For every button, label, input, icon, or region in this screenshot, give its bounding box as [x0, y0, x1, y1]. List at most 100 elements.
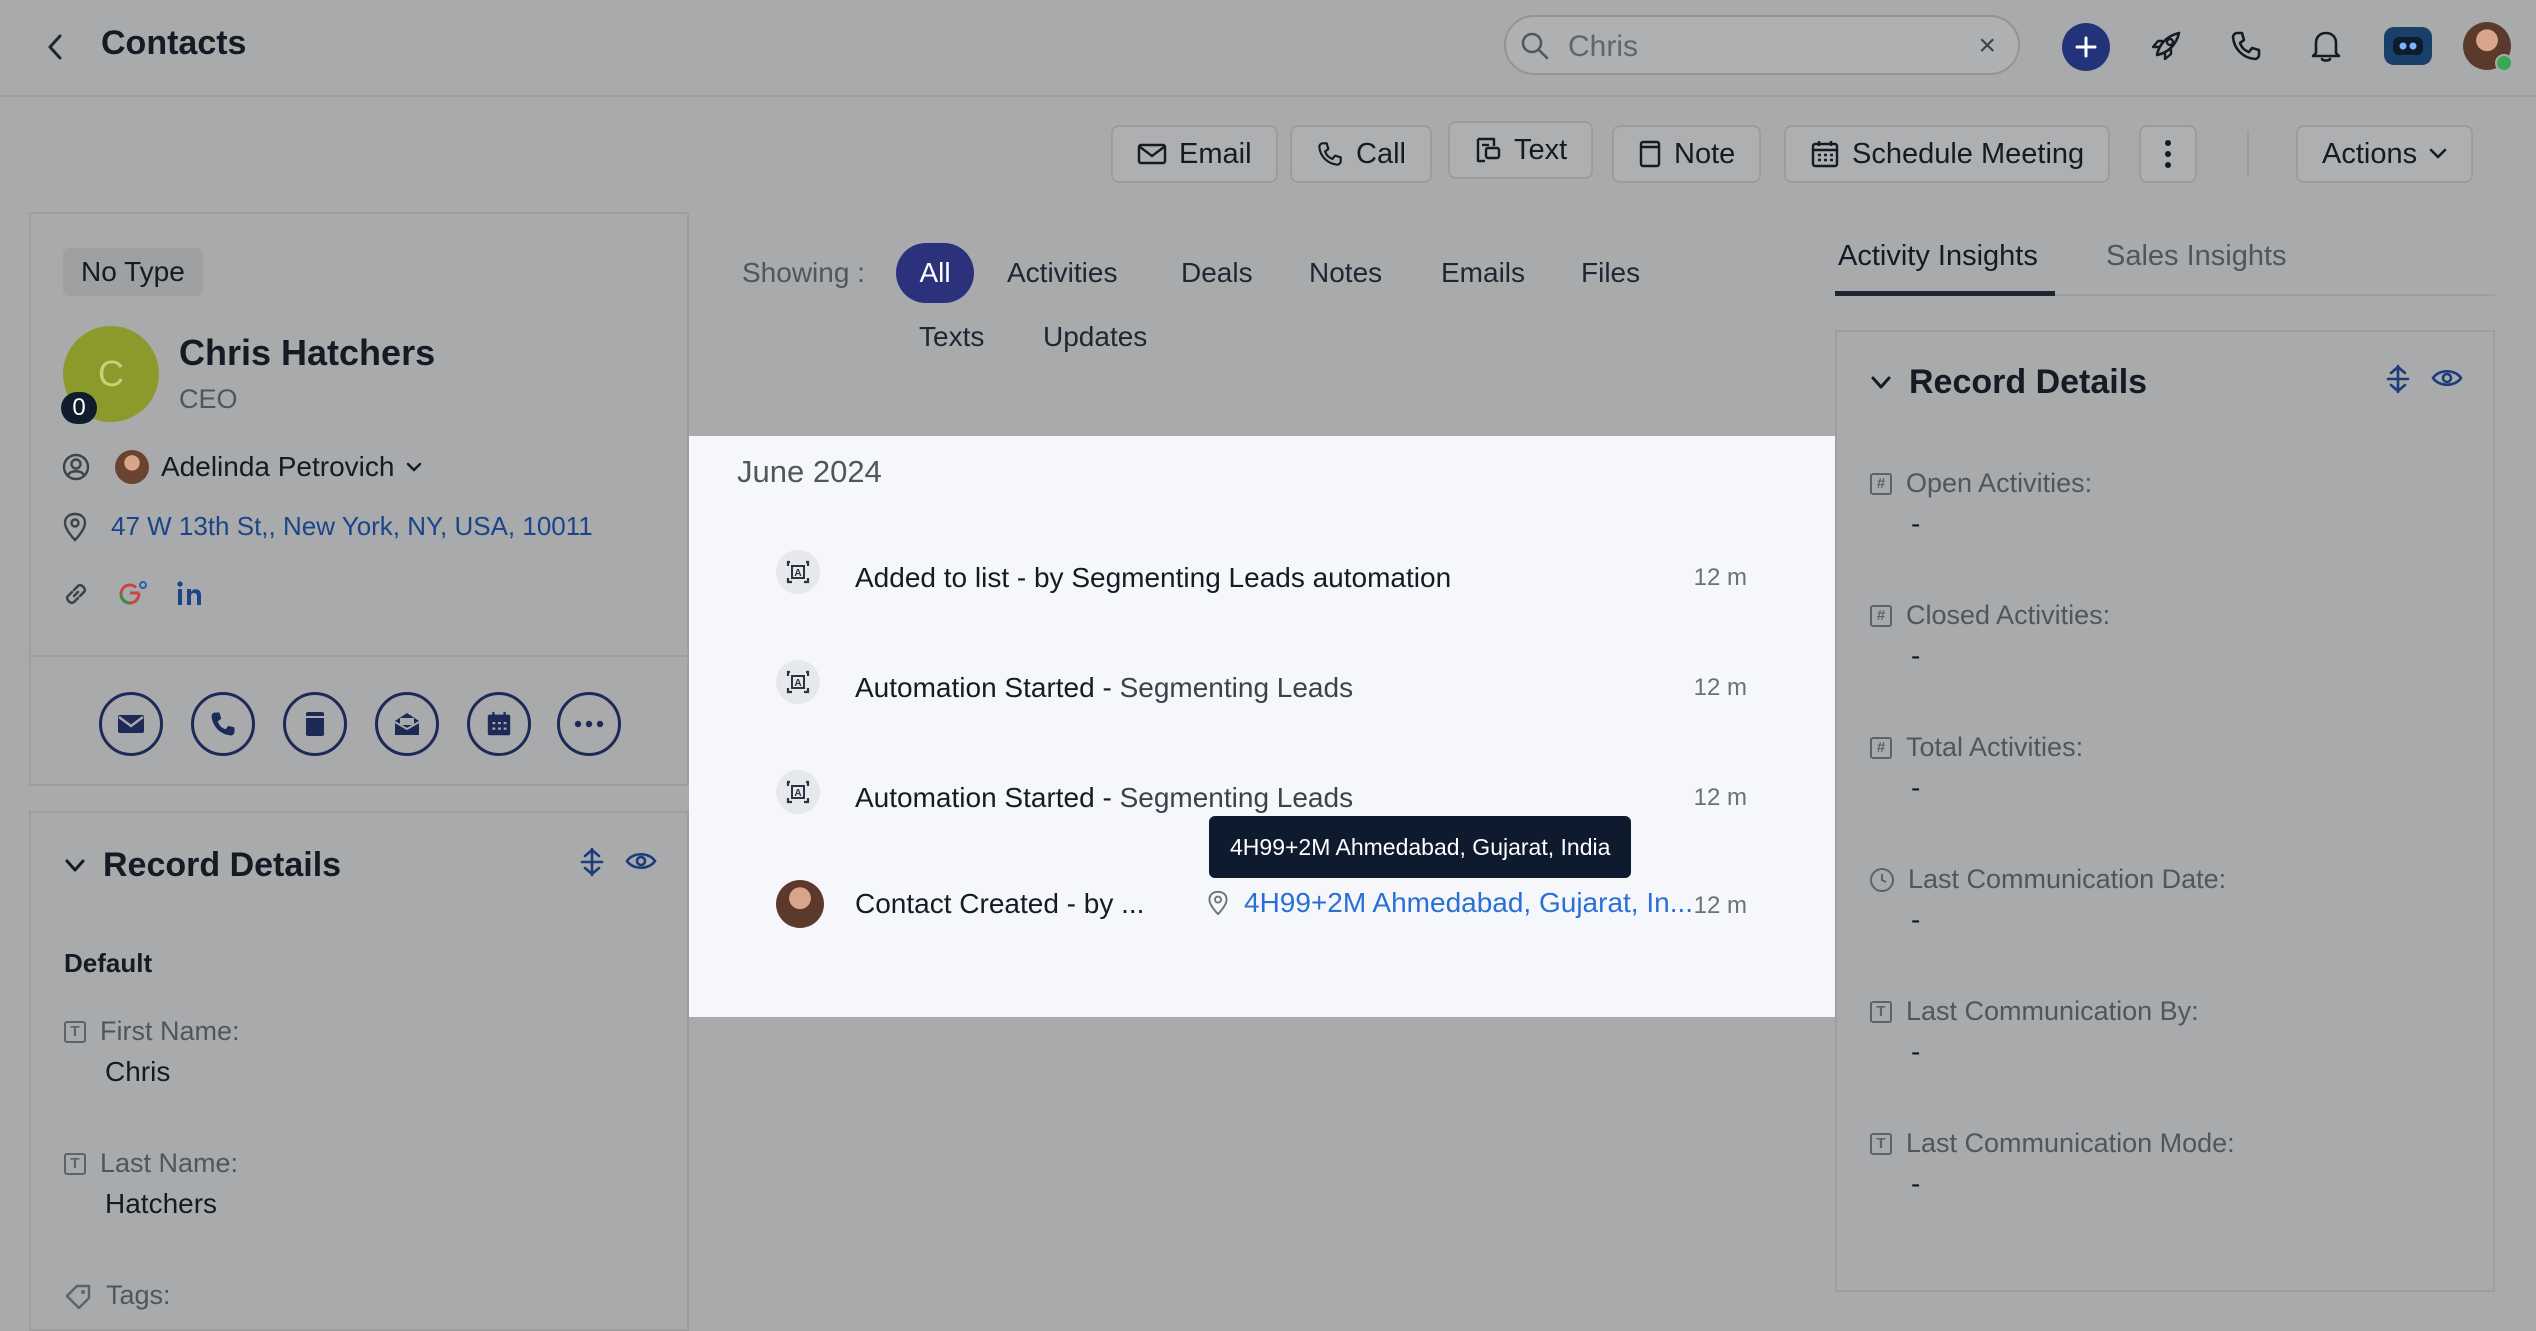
address-link[interactable]: 47 W 13th St,, New York, NY, USA, 10011 — [111, 511, 593, 542]
svg-text:A: A — [794, 568, 801, 579]
phone-icon — [1318, 142, 1342, 166]
more-options-button[interactable] — [2139, 125, 2197, 183]
phone-icon[interactable] — [2222, 22, 2270, 70]
page-title: Contacts — [101, 24, 247, 62]
quick-note-button[interactable] — [283, 692, 347, 756]
actions-label: Actions — [2322, 137, 2418, 170]
text-button[interactable]: Text — [1448, 121, 1594, 179]
field-label: First Name: — [100, 1016, 240, 1046]
activity-timeline: June 2024 A Added to list - by Segmentin… — [689, 436, 1835, 1017]
record-details-title: Record Details — [103, 846, 342, 884]
email-button[interactable]: Email — [1111, 125, 1278, 183]
timeline-item-time: 12 m — [1693, 892, 1747, 919]
chevron-down-icon[interactable] — [1871, 376, 1891, 390]
profile-divider — [31, 655, 687, 657]
timeline-item-title: Contact Created - by ... — [855, 888, 1145, 919]
filter-tab-activities[interactable]: Activities — [1007, 257, 1117, 289]
tags-label: Tags: — [64, 1280, 171, 1311]
quick-meeting-button[interactable] — [467, 692, 531, 756]
quick-call-button[interactable] — [191, 692, 255, 756]
contact-profile-card: No Type C 0 Chris Hatchers CEO Adelinda … — [29, 212, 689, 786]
online-status-dot — [2495, 54, 2513, 72]
link-icon[interactable] — [61, 579, 91, 609]
quick-more-button[interactable] — [557, 692, 621, 756]
bell-icon[interactable] — [2302, 22, 2350, 70]
last-name-value[interactable]: Hatchers — [105, 1188, 217, 1220]
search-box[interactable]: × — [1504, 15, 2020, 75]
location-text: 4H99+2M Ahmedabad, Gujarat, In... — [1244, 887, 1694, 918]
creator-avatar — [776, 880, 824, 928]
expand-collapse-icon[interactable] — [2385, 364, 2411, 394]
tab-sales-insights[interactable]: Sales Insights — [2106, 240, 2287, 273]
total-activities-value: - — [1911, 772, 1921, 803]
eye-icon[interactable] — [625, 850, 657, 872]
filter-tab-updates[interactable]: Updates — [1043, 321, 1147, 353]
tab-activity-insights[interactable]: Activity Insights — [1838, 240, 2038, 273]
text-field-icon: T — [64, 1152, 86, 1175]
user-avatar[interactable] — [2463, 22, 2513, 72]
owner-avatar — [115, 450, 149, 484]
clear-search-icon[interactable]: × — [1978, 30, 1996, 62]
search-input[interactable] — [1566, 27, 1960, 67]
last-communication-mode-value: - — [1911, 1168, 1921, 1199]
email-button-label: Email — [1179, 137, 1252, 170]
timeline-item-detail: Segmenting Leads — [1119, 782, 1354, 813]
open-activities-value: - — [1911, 508, 1921, 539]
last-communication-by-value: - — [1911, 1036, 1921, 1067]
filter-tab-deals[interactable]: Deals — [1181, 257, 1253, 289]
filter-tab-files[interactable]: Files — [1581, 257, 1640, 289]
field-label: Last Name: — [100, 1148, 239, 1178]
chat-widget-icon[interactable] — [2384, 27, 2432, 65]
open-envelope-icon — [394, 713, 420, 735]
last-communication-date-label: Last Communication Date: — [1870, 864, 2226, 895]
text-field-icon: T — [1870, 1000, 1892, 1023]
calendar-icon — [487, 711, 511, 736]
google-search-icon[interactable] — [117, 579, 149, 609]
avatar-count-badge: 0 — [61, 392, 97, 424]
group-heading: Default — [64, 948, 153, 978]
schedule-meeting-button[interactable]: Schedule Meeting — [1784, 125, 2111, 183]
filter-tab-emails[interactable]: Emails — [1441, 257, 1525, 289]
filter-tab-all[interactable]: All — [896, 243, 974, 303]
call-button[interactable]: Call — [1290, 125, 1432, 183]
add-new-button[interactable] — [2062, 23, 2110, 71]
last-communication-mode-label: T Last Communication Mode: — [1870, 1128, 2235, 1159]
quick-mail-button[interactable] — [375, 692, 439, 756]
timeline-item-text: Added to list - by Segmenting Leads auto… — [855, 562, 1451, 594]
timeline-item-title: Automation Started - — [855, 782, 1120, 813]
back-arrow-icon[interactable] — [38, 28, 72, 66]
timeline-item-title: Added to list - by Segmenting Leads auto… — [855, 562, 1452, 593]
quick-email-button[interactable] — [99, 692, 163, 756]
filter-tab-notes[interactable]: Notes — [1309, 257, 1382, 289]
filter-tab-texts[interactable]: Texts — [919, 321, 984, 353]
toolbar-divider — [2247, 130, 2249, 176]
svg-text:A: A — [794, 678, 801, 689]
owner-name: Adelinda Petrovich — [161, 451, 395, 482]
linkedin-icon[interactable] — [175, 579, 207, 609]
automation-icon: A — [776, 660, 820, 704]
hash-icon: # — [1870, 472, 1892, 495]
first-name-label: T First Name: — [64, 1016, 240, 1047]
timeline-month: June 2024 — [737, 454, 882, 489]
user-circle-icon — [62, 453, 90, 481]
location-link[interactable]: 4H99+2M Ahmedabad, Gujarat, In... — [1206, 887, 1693, 919]
rocket-icon[interactable] — [2142, 22, 2190, 70]
eye-icon[interactable] — [2431, 367, 2463, 389]
tag-icon — [65, 1284, 91, 1309]
left-record-details-panel: Record Details Default T First Name: Chr… — [29, 811, 689, 1331]
email-icon — [1137, 143, 1167, 165]
text-field-icon: T — [1870, 1132, 1892, 1155]
address-row: 47 W 13th St,, New York, NY, USA, 10011 — [61, 511, 593, 542]
first-name-value[interactable]: Chris — [105, 1056, 170, 1088]
actions-dropdown[interactable]: Actions — [2296, 125, 2474, 183]
total-activities-label: # Total Activities: — [1870, 732, 2083, 763]
contact-name: Chris Hatchers — [179, 332, 436, 373]
expand-collapse-icon[interactable] — [579, 847, 605, 877]
owner-selector[interactable]: Adelinda Petrovich — [61, 450, 422, 484]
contact-type-badge[interactable]: No Type — [63, 248, 203, 296]
showing-label: Showing : — [742, 257, 865, 288]
email-icon — [118, 715, 144, 733]
timeline-item-detail: Segmenting Leads — [1119, 672, 1354, 703]
chevron-down-icon[interactable] — [65, 859, 85, 873]
note-button[interactable]: Note — [1612, 125, 1762, 183]
